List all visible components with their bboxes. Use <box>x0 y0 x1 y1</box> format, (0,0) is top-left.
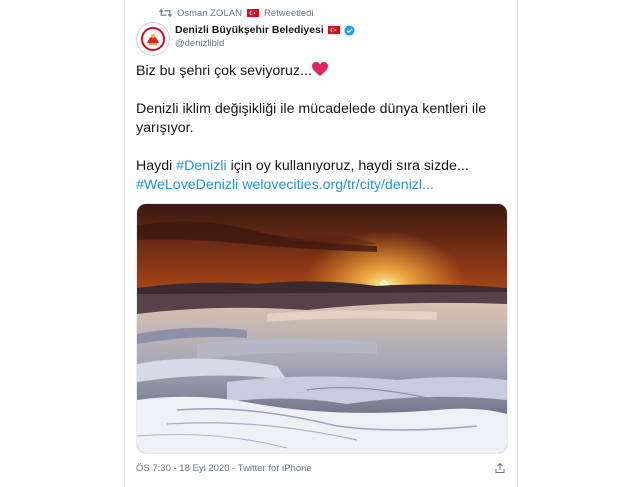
hashtag-welovedenizli-link[interactable]: #WeLoveDenizli <box>136 177 238 193</box>
retweeter-name[interactable]: Osman ZOLAN <box>177 8 242 19</box>
retweet-icon <box>159 8 172 18</box>
author-name-row: Denizli Büyükşehir Belediyesi <box>175 24 355 36</box>
tweet-line-2: Denizli iklim değişikliği ile mücadelede… <box>136 101 487 136</box>
tweet-line-3: Haydi #Denizli için oy kullanıyoruz, hay… <box>136 157 508 176</box>
tweet-card: Osman ZOLAN Retweetledi Denizli Büyükşeh… <box>124 0 518 487</box>
tweet-text-line: Haydi <box>136 158 177 174</box>
tweet-photo[interactable] <box>136 203 508 454</box>
author-handle[interactable]: @denizlibld <box>175 38 224 49</box>
retweet-label: Retweetledi <box>263 7 314 19</box>
verified-badge-icon <box>344 24 355 36</box>
tweet-text-line: Biz bu şehri çok seviyoruz... <box>136 63 312 79</box>
avatar[interactable] <box>136 22 170 56</box>
turkey-flag-icon <box>327 26 340 34</box>
tweet-line-1: Biz bu şehri çok seviyoruz... <box>136 62 508 81</box>
municipality-logo-icon <box>138 24 168 54</box>
welovecities-url-link[interactable]: welovecities.org/tr/city/denizl... <box>242 177 434 193</box>
author-name[interactable]: Denizli Büyükşehir Belediyesi <box>175 24 324 36</box>
share-icon[interactable] <box>494 462 506 474</box>
retweet-header: Osman ZOLAN Retweetledi <box>159 6 314 20</box>
tweet-timestamp[interactable]: ÖS 7:30 - 18 Eyl 2020 - Twitter for iPho… <box>136 463 312 474</box>
tweet-text: Biz bu şehri çok seviyoruz... Denizli ik… <box>136 62 508 195</box>
turkey-flag-icon <box>246 9 259 17</box>
red-heart-icon <box>311 62 328 76</box>
hashtag-denizli-link[interactable]: #Denizli <box>176 158 226 174</box>
tweet-line-4: #WeLoveDenizli welovecities.org/tr/city/… <box>136 176 508 195</box>
pamukkale-sunset-image <box>137 204 507 453</box>
tweet-text-line: için oy kullanıyoruz, haydi sıra sizde..… <box>226 158 469 174</box>
